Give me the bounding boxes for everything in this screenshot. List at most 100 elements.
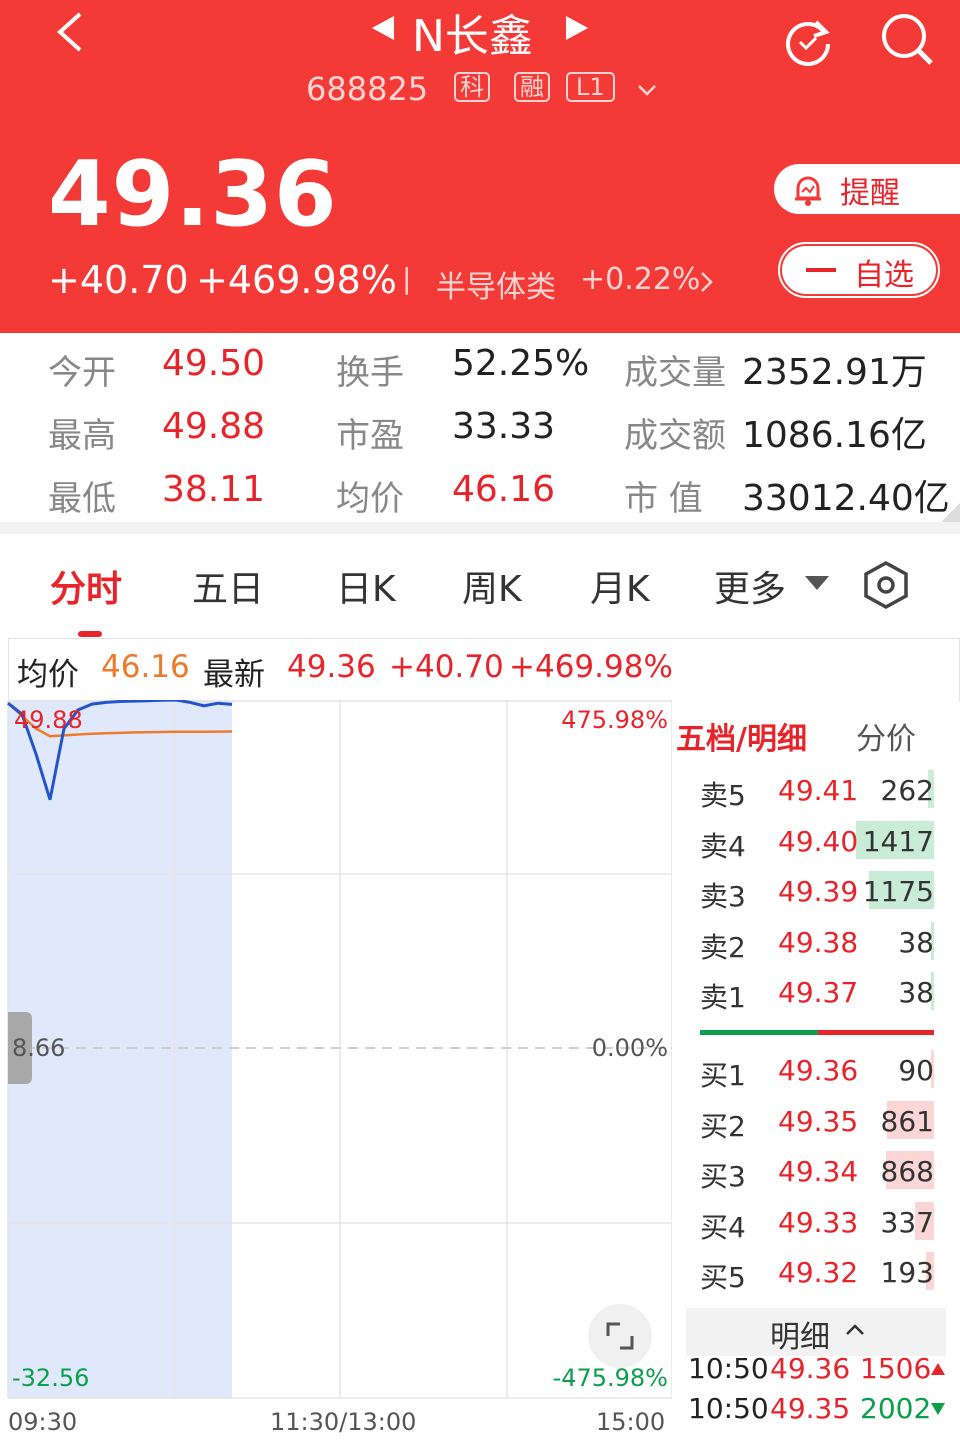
alert-button[interactable]: 提醒 — [774, 164, 960, 214]
detail-header[interactable]: 明细 — [686, 1308, 946, 1356]
back-chevron-icon[interactable] — [52, 10, 88, 54]
latest-change-pct: +469.98% — [509, 649, 673, 685]
ask-volume: 38 — [898, 976, 934, 1009]
tick-volume: 2002 — [860, 1392, 932, 1425]
bid-volume: 90 — [898, 1054, 934, 1087]
add-watchlist-button[interactable]: 自选 — [778, 242, 940, 298]
expand-corner-icon[interactable] — [940, 503, 960, 523]
ask-bid-ratio-green — [700, 1030, 818, 1035]
stat-label: 换手 — [336, 353, 404, 393]
stat-low: 38.11 — [162, 469, 266, 510]
ask-level: 卖1 — [700, 981, 746, 1014]
intraday-chart[interactable]: 49.88 475.98% 8.66 0.00% -32.56 -475.98%… — [0, 700, 672, 1440]
badge-margin: 融 — [514, 72, 550, 102]
ask-volume: 1175 — [862, 875, 934, 908]
y-tick-bottom: -32.56 — [12, 1364, 90, 1392]
ask-volume: 38 — [898, 925, 934, 959]
settings-hexagon-icon[interactable] — [862, 560, 910, 610]
bid-row: 买3 49.34 868 — [680, 1151, 950, 1205]
price-change: +40.70 — [48, 258, 189, 302]
stat-avg: 46.16 — [452, 469, 556, 510]
stat-pe: 33.33 — [452, 406, 556, 447]
tab-five-day[interactable]: 五日 — [192, 560, 264, 612]
tab-weekly-k[interactable]: 周K — [462, 560, 522, 612]
bid-price: 49.35 — [778, 1104, 859, 1138]
avg-value: 46.16 — [101, 649, 190, 685]
bid-level: 买2 — [700, 1109, 746, 1143]
bid-row: 买2 49.35 861 — [680, 1100, 950, 1155]
stat-volume: 2352.91万 — [742, 352, 927, 393]
ask-row: 卖2 49.38 38 — [680, 921, 950, 976]
bid-volume: 861 — [880, 1104, 934, 1138]
ask-row: 卖4 49.40 1417 — [680, 820, 950, 875]
ask-volume: 262 — [880, 774, 934, 807]
tab-indicator — [78, 631, 102, 637]
next-stock-icon[interactable] — [564, 14, 590, 42]
fullscreen-button[interactable] — [588, 1304, 652, 1368]
ask-level: 卖2 — [700, 930, 746, 964]
ask-row: 卖3 49.39 1175 — [680, 871, 950, 925]
bid-volume: 337 — [880, 1205, 934, 1239]
sector-name[interactable]: 半导体类 — [436, 262, 556, 306]
price-change-pct: +469.98% — [196, 258, 397, 302]
tab-order-book[interactable]: 五档/明细 — [676, 714, 807, 758]
latest-change: +40.70 — [389, 649, 504, 685]
stat-label: 今开 — [48, 353, 116, 393]
ask-row: 卖5 49.41 262 — [680, 770, 950, 824]
x-tick-start: 09:30 — [8, 1408, 78, 1436]
chart-svg — [7, 700, 672, 1399]
bid-price: 49.36 — [778, 1054, 859, 1087]
fullscreen-icon — [606, 1322, 634, 1350]
bid-row: 买5 49.32 193 — [680, 1252, 950, 1306]
tick-time: 10:50 — [688, 1392, 769, 1425]
tab-intraday[interactable]: 分时 — [50, 560, 122, 612]
tab-price-distribution[interactable]: 分价 — [856, 714, 916, 758]
sector-change[interactable]: +0.22% — [580, 262, 700, 297]
tick-price: 49.36 — [770, 1352, 851, 1385]
bid-price: 49.34 — [778, 1155, 859, 1188]
divider: | — [402, 262, 412, 295]
ask-level: 卖3 — [700, 880, 746, 913]
refresh-icon[interactable] — [780, 12, 836, 68]
chevron-right-icon[interactable] — [698, 270, 716, 294]
y-tick-top: 49.88 — [14, 706, 83, 734]
ask-bid-ratio-red — [818, 1030, 934, 1035]
stat-label: 最低 — [48, 479, 116, 519]
ask-volume: 1417 — [862, 824, 934, 858]
stat-label: 均价 — [336, 479, 404, 519]
ask-row: 卖1 49.37 38 — [680, 972, 950, 1026]
tick-price: 49.35 — [770, 1392, 851, 1425]
chevron-down-icon[interactable] — [636, 82, 658, 98]
ask-price: 49.39 — [778, 875, 859, 908]
prev-stock-icon[interactable] — [370, 14, 396, 42]
watchlist-label: 自选 — [854, 258, 914, 293]
section-divider — [0, 522, 960, 534]
bid-level: 买1 — [700, 1059, 746, 1092]
y2-tick-bottom: -475.98% — [552, 1364, 668, 1392]
bid-level: 买4 — [700, 1210, 746, 1244]
stat-label: 市盈 — [336, 416, 404, 456]
search-icon[interactable] — [878, 10, 936, 68]
stat-open: 49.50 — [162, 343, 266, 384]
arrow-up-icon — [931, 1363, 945, 1375]
tab-monthly-k[interactable]: 月K — [590, 560, 650, 612]
bell-alert-icon — [795, 176, 821, 206]
stat-label: 最高 — [48, 416, 116, 456]
stat-high: 49.88 — [162, 406, 266, 447]
tick-volume: 1506 — [860, 1352, 932, 1385]
ask-level: 卖4 — [700, 829, 746, 863]
detail-label: 明细 — [770, 1320, 830, 1355]
ask-price: 49.37 — [778, 976, 859, 1009]
stat-turnover: 52.25% — [452, 343, 590, 384]
arrow-down-icon — [931, 1403, 945, 1415]
avg-label: 均价 — [17, 657, 79, 693]
ask-price: 49.41 — [778, 774, 859, 807]
bid-row: 买4 49.33 337 — [680, 1201, 950, 1256]
tab-more[interactable]: 更多 — [714, 560, 786, 612]
badge-level1: L1 — [566, 72, 615, 102]
chevron-up-icon — [846, 1324, 864, 1335]
alert-label: 提醒 — [840, 176, 900, 211]
x-tick-end: 15:00 — [596, 1408, 666, 1436]
caret-down-icon[interactable] — [804, 574, 830, 592]
tab-daily-k[interactable]: 日K — [336, 560, 396, 612]
